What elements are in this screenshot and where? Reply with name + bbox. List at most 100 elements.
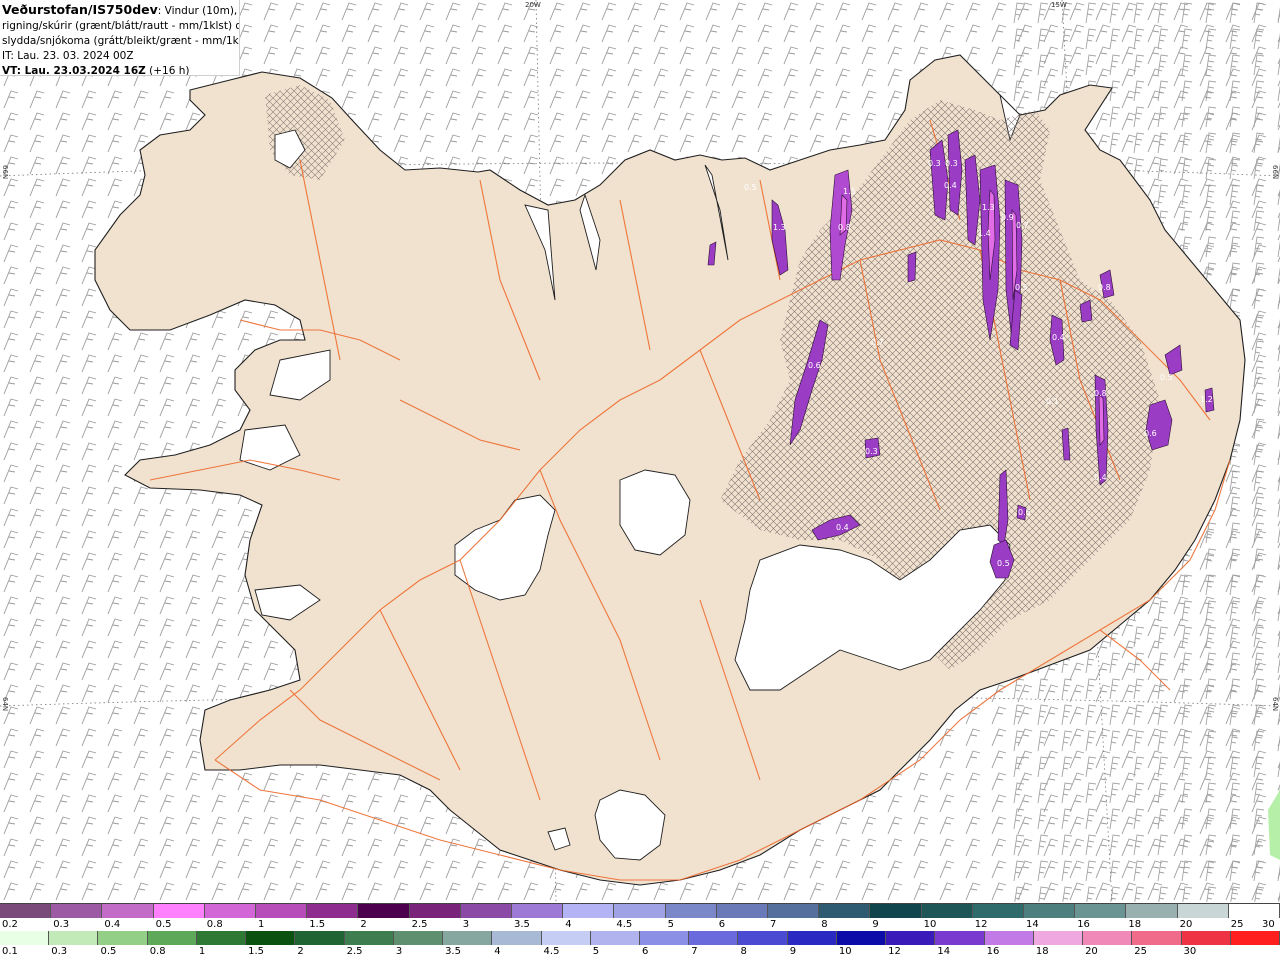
- lat-label-64n-right: 64N: [1271, 697, 1279, 712]
- rain-colorbar: 0.1 0.3 0.5 0.8 1 1.5 2 2.5 3 3.5 4 4.5 5 6 7 8 9 10 12 14 1…: [0, 931, 1280, 959]
- lat-label-64n-left: 64N: [1, 697, 9, 712]
- precip-label: 0.5: [1160, 373, 1173, 382]
- precip-label: 0.5: [1015, 283, 1028, 292]
- colorbar-swatch: [443, 931, 493, 945]
- colorbar-swatch: [147, 931, 197, 945]
- colorbar-swatch: [51, 904, 103, 918]
- colorbar-swatch: [1181, 931, 1231, 945]
- colorbar-swatch: [836, 931, 887, 945]
- colorbar-label: 4.5: [616, 919, 633, 930]
- colorbar-label: 8: [821, 919, 828, 930]
- colorbar-label: 1: [258, 919, 265, 930]
- colorbar-swatch: [984, 931, 1034, 945]
- colorbar-swatch: [0, 931, 50, 945]
- precip-label: 0.6: [1144, 429, 1157, 438]
- precip-label: 1.5: [843, 187, 856, 196]
- precip-label: 0.8: [1094, 389, 1107, 398]
- lat-label-66n-left: 66N: [1, 165, 9, 180]
- colorbar-label: 4: [565, 919, 572, 930]
- colorbar-swatch: [1132, 931, 1182, 945]
- colorbar-swatch: [590, 931, 640, 945]
- precip-label: 0.8: [1098, 283, 1111, 292]
- colorbar-swatch: [307, 904, 359, 918]
- colorbar-label: 0.4: [104, 919, 121, 930]
- colorbar-swatch: [563, 904, 615, 918]
- forecast-map: 0.3 0.3 0.4 0.5 1.5 1.3 0.8 1.3 1.4 0.9 …: [0, 0, 1280, 902]
- colorbar-swatch: [492, 931, 542, 945]
- colorbar-label: 20: [1085, 946, 1098, 957]
- colorbar-swatch: [1126, 904, 1178, 918]
- colorbar-label: 2: [297, 946, 304, 957]
- colorbar-label: 25: [1134, 946, 1148, 957]
- colorbar-label: 0.3: [53, 919, 70, 930]
- description-line-1: : Vindur (10m),: [157, 5, 238, 17]
- colorbar-label: 4.5: [543, 946, 560, 957]
- colorbar-label: 2.5: [346, 946, 363, 957]
- colorbar-swatch: [972, 904, 1024, 918]
- colorbar-swatch: [614, 904, 666, 918]
- snow-colorbar: 0.2 0.3 0.4 0.5 0.8 1 1.5 2 2.5 3 3.5 4 4.5 5 6 7 8 9 10 12…: [0, 903, 1280, 932]
- colorbar-label: 1.5: [248, 946, 265, 957]
- colorbar-label: 9: [872, 919, 879, 930]
- colorbar-label: 3.5: [514, 919, 530, 930]
- colorbar-label: 0.5: [100, 946, 117, 957]
- lat-label-66n-right: 66N: [1271, 165, 1279, 180]
- precip-label: 0.4: [1094, 473, 1107, 482]
- colorbar-label: 12: [888, 946, 901, 957]
- colorbar-swatch: [787, 931, 837, 945]
- colorbar-label: 2.5: [411, 919, 428, 930]
- lon-label-15w: 15W: [1051, 1, 1067, 9]
- colorbar-swatch: [1033, 931, 1084, 945]
- colorbar-swatch: [409, 904, 461, 918]
- colorbar-swatch: [102, 904, 154, 918]
- colorbar-label: 3: [395, 946, 403, 957]
- colorbar-label: 5: [592, 946, 600, 957]
- colorbar-label: 0.8: [206, 919, 223, 930]
- colorbar-label: 12: [974, 919, 988, 930]
- colorbar-label: 0.2: [2, 919, 18, 930]
- colorbar-label: 20: [1179, 919, 1193, 930]
- precip-label: 0.9: [1001, 213, 1014, 222]
- precip-label: 0.7: [871, 338, 884, 347]
- colorbar-swatch: [393, 931, 444, 945]
- colorbar-label: 18: [1035, 946, 1049, 957]
- colorbar-swatch: [344, 931, 394, 945]
- precip-label: 0.4: [944, 181, 957, 190]
- colorbar-label: 0.1: [2, 946, 18, 957]
- precip-label: 0.3: [928, 159, 941, 168]
- colorbar-label: 1: [198, 946, 206, 957]
- colorbar-label: 8: [740, 946, 747, 957]
- colorbar-label: 1.5: [309, 919, 326, 930]
- colorbar-label: 10: [923, 919, 937, 930]
- precip-label: 0.4: [836, 523, 849, 532]
- precip-label: 1.2: [1200, 395, 1213, 404]
- precip-label: 0.6: [1018, 508, 1031, 517]
- description-line-2: rigning/skúrir (grænt/blátt/rautt - mm/1…: [2, 20, 240, 32]
- colorbar-swatch: [1228, 904, 1280, 918]
- colorbar-swatch: [640, 931, 690, 945]
- precip-label: 0.8: [838, 223, 851, 232]
- colorbar-swatch: [98, 931, 148, 945]
- colorbar-label: 14: [937, 946, 951, 957]
- colorbar-swatch: [0, 904, 52, 918]
- description-line-3: slydda/snjókoma (grátt/bleikt/grænt - mm…: [2, 35, 240, 47]
- precip-label: 1.4: [978, 229, 991, 238]
- colorbar-swatch: [1230, 931, 1280, 945]
- colorbar-label: 6: [718, 919, 726, 930]
- colorbar-swatch: [1075, 904, 1127, 918]
- colorbar-label: 30: [1183, 946, 1197, 957]
- colorbar-swatch: [512, 904, 564, 918]
- colorbar-swatch: [295, 931, 345, 945]
- colorbar-swatch: [460, 904, 512, 918]
- colorbar-label: 4: [494, 946, 501, 957]
- initial-time: IT: Lau. 23. 03. 2024 00Z: [2, 50, 134, 62]
- colorbar-swatch: [246, 931, 296, 945]
- colorbar-label: 2: [360, 919, 367, 930]
- colorbar-swatch: [196, 931, 247, 945]
- colorbar-swatch: [768, 904, 820, 918]
- model-title: Veðurstofan/IS750dev: [2, 2, 158, 17]
- colorbar-label: 30: [1262, 919, 1275, 930]
- colorbar-label: 18: [1128, 919, 1142, 930]
- colorbar-swatch: [665, 904, 717, 918]
- colorbar-swatch: [886, 931, 936, 945]
